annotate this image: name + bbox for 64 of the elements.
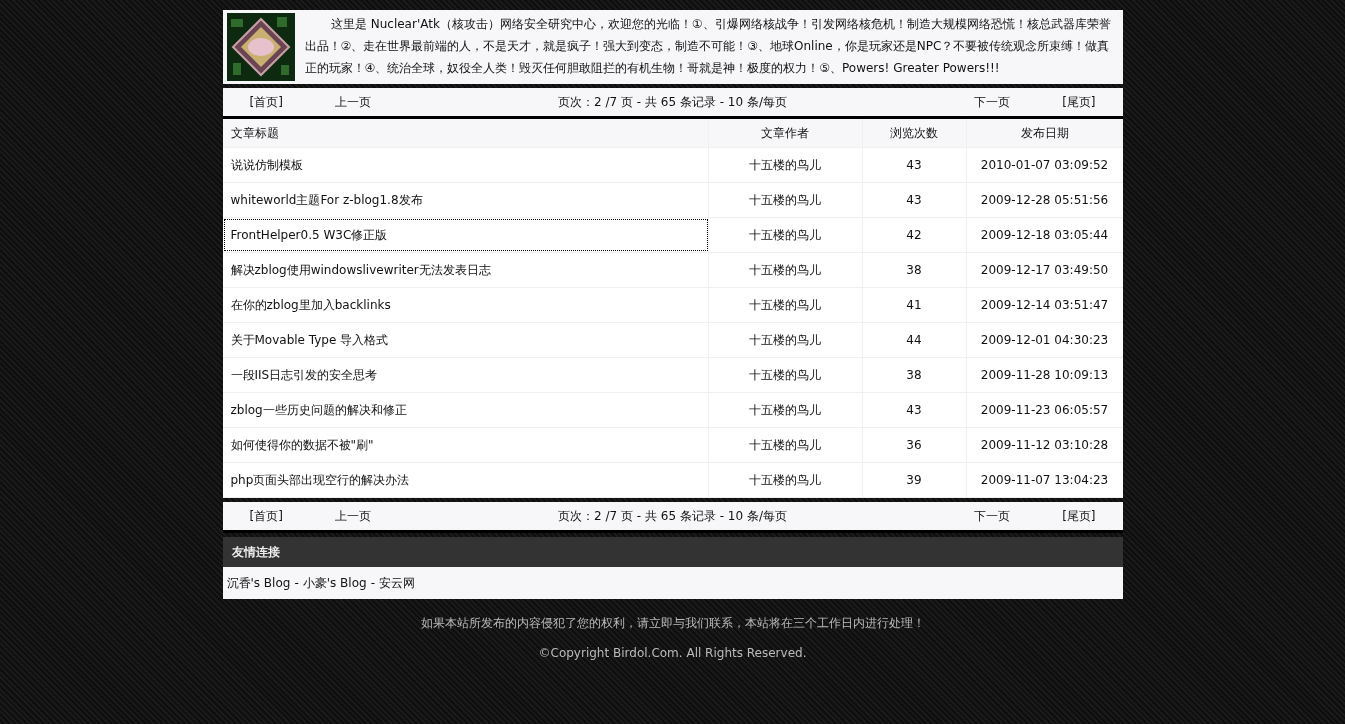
copyright-text: ©Copyright Birdol.Com. All Rights Reserved. — [537, 646, 808, 660]
author-cell: 十五楼的鸟儿 — [708, 253, 863, 287]
date-cell-text: 2009-11-23 06:05:57 — [979, 402, 1110, 419]
date-cell-text: 2009-11-28 10:09:13 — [979, 367, 1110, 384]
first-page-link[interactable]: [首页] — [249, 507, 283, 525]
date-cell-text: 2009-12-17 03:49:50 — [979, 262, 1110, 279]
intro-text: 这里是 Nuclear'Atk（核攻击）网络安全研究中心，欢迎您的光临！①、引爆网络核战争！引发网络核危机！制造大规模网络恐慌！核总武器库荣誉出品！②、走在世界最前端的人，不是天才，就是疯子！强大到变态，制造不可能！③、地球Online，你是玩家还是NPC？不要被传统观念所束缚！做真正的玩家！④、统治全球，奴役全人类！毁灭任何胆敢阻拦的有机生物！哥就是神！极度的权力！⑤、Powers! Greater Powers!!! — [304, 16, 1112, 77]
article-title-link[interactable]: 说说仿制模板 — [222, 148, 709, 182]
views-cell: 39 — [862, 463, 967, 497]
author-cell: 十五楼的鸟儿 — [708, 323, 863, 357]
author-cell: 十五楼的鸟儿 — [708, 148, 863, 182]
date-cell-text: 2009-11-07 13:04:23 — [979, 472, 1110, 489]
date-cell-text: 2009-12-18 03:05:44 — [979, 227, 1110, 244]
views-cell: 43 — [862, 148, 967, 182]
article-title-link[interactable]: FrontHelper0.5 W3C修正版 — [222, 218, 709, 252]
views-cell: 42 — [862, 218, 967, 252]
article-title-link[interactable]: 一段IIS日志引发的安全思考 — [222, 358, 709, 392]
author-cell: 十五楼的鸟儿 — [708, 393, 863, 427]
column-header: 文章标题 — [222, 119, 709, 147]
logo-icon — [226, 13, 295, 81]
separator: - — [294, 576, 299, 590]
friend-link[interactable]: 小豪's Blog — [302, 574, 367, 592]
separator: - — [370, 576, 375, 590]
author-cell: 十五楼的鸟儿 — [708, 463, 863, 497]
last-page-link[interactable]: [尾页] — [1062, 507, 1096, 525]
previous-page-link[interactable]: 上一页 — [334, 93, 371, 111]
friend-link[interactable]: 安云网 — [378, 574, 415, 592]
article-title-link[interactable]: 在你的zblog里加入backlinks — [222, 288, 709, 322]
views-cell: 38 — [862, 358, 967, 392]
article-title-link[interactable]: 解决zblog使用windowslivewriter无法发表日志 — [222, 253, 709, 287]
date-cell-text: 2009-12-01 04:30:23 — [979, 332, 1110, 349]
date-cell-text: 2010-01-07 03:09:52 — [979, 157, 1110, 174]
next-page-link[interactable]: 下一页 — [974, 93, 1011, 111]
author-cell: 十五楼的鸟儿 — [708, 288, 863, 322]
views-cell: 38 — [862, 253, 967, 287]
views-cell: 43 — [862, 183, 967, 217]
friend-link[interactable]: 沉香's Blog — [226, 574, 291, 592]
article-title-link[interactable]: 如何使得你的数据不被"刷" — [222, 428, 709, 462]
next-page-link[interactable]: 下一页 — [974, 507, 1011, 525]
views-cell: 44 — [862, 323, 967, 357]
page-info: 页次：2 /7 页 - 共 65 条记录 - 10 条/每页 — [557, 93, 788, 111]
first-page-link[interactable]: [首页] — [249, 93, 283, 111]
author-cell: 十五楼的鸟儿 — [708, 218, 863, 252]
page-info: 页次：2 /7 页 - 共 65 条记录 - 10 条/每页 — [557, 507, 788, 525]
date-cell-text: 2009-11-12 03:10:28 — [979, 437, 1110, 454]
column-header: 发布日期 — [1019, 124, 1070, 142]
footer-notice: 如果本站所发布的内容侵犯了您的权利，请立即与我们联系，本站将在三个工作日内进行处理！ — [419, 615, 926, 632]
views-cell: 41 — [862, 288, 967, 322]
article-title-link[interactable]: zblog一些历史问题的解决和修正 — [222, 393, 709, 427]
previous-page-link[interactable]: 上一页 — [334, 507, 371, 525]
views-cell: 43 — [862, 393, 967, 427]
author-cell: 十五楼的鸟儿 — [708, 358, 863, 392]
column-header: 浏览次数 — [862, 119, 967, 147]
author-cell: 十五楼的鸟儿 — [708, 428, 863, 462]
date-cell-text: 2009-12-28 05:51:56 — [979, 192, 1110, 209]
date-cell-text: 2009-12-14 03:51:47 — [979, 297, 1110, 314]
section-title: 友情连接 — [222, 537, 1123, 567]
views-cell: 36 — [862, 428, 967, 462]
column-header: 文章作者 — [708, 119, 863, 147]
last-page-link[interactable]: [尾页] — [1062, 93, 1096, 111]
author-cell: 十五楼的鸟儿 — [708, 183, 863, 217]
article-title-link[interactable]: whiteworld主题For z-blog1.8发布 — [222, 183, 709, 217]
article-title-link[interactable]: php页面头部出现空行的解决办法 — [222, 463, 709, 497]
article-title-link[interactable]: 关于Movable Type 导入格式 — [222, 323, 709, 357]
